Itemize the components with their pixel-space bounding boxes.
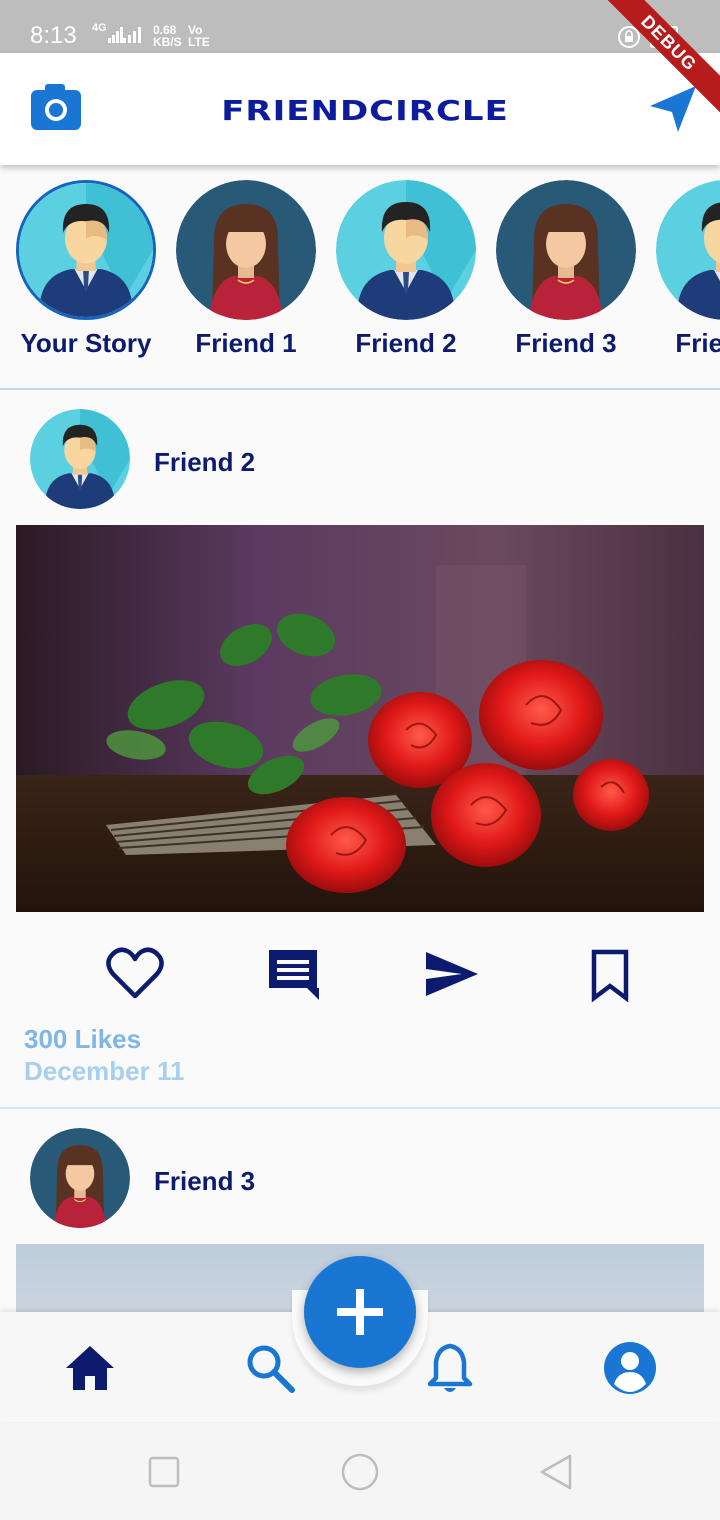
account-icon[interactable] bbox=[602, 1340, 658, 1396]
add-post-button[interactable] bbox=[304, 1256, 416, 1368]
story-name: Friend 3 bbox=[515, 328, 617, 358]
post-author[interactable]: Friend 2 bbox=[154, 447, 255, 478]
female-avatar-icon bbox=[496, 180, 636, 320]
post-actions bbox=[0, 944, 720, 1008]
male-avatar-icon bbox=[336, 180, 476, 320]
bell-icon[interactable] bbox=[422, 1340, 478, 1396]
male-avatar-icon bbox=[656, 180, 720, 320]
recents-icon[interactable] bbox=[144, 1452, 184, 1492]
post-date: December 11 bbox=[24, 1056, 185, 1086]
story-item[interactable]: Friend 1 bbox=[166, 180, 326, 359]
female-avatar-icon bbox=[30, 1128, 130, 1228]
story-item[interactable]: Friend 3 bbox=[486, 180, 646, 359]
story-avatar bbox=[336, 180, 476, 320]
story-name: Your Story bbox=[20, 328, 152, 358]
send-icon[interactable] bbox=[648, 84, 698, 134]
post-avatar[interactable] bbox=[30, 409, 130, 509]
likes-count[interactable]: 300 Likes bbox=[24, 1024, 141, 1055]
heart-icon[interactable] bbox=[105, 944, 165, 1004]
story-avatar bbox=[176, 180, 316, 320]
post-header: Friend 3 bbox=[0, 1128, 720, 1238]
story-item[interactable]: Friend 4 bbox=[646, 180, 720, 359]
bookmark-icon[interactable] bbox=[580, 944, 640, 1004]
send-icon[interactable] bbox=[422, 944, 482, 1004]
system-nav-bar bbox=[0, 1422, 720, 1520]
red-roses-photo bbox=[16, 525, 704, 912]
camera-icon[interactable] bbox=[31, 84, 81, 130]
network-speed: 0.68 KB/S bbox=[153, 24, 182, 48]
home-circle-icon[interactable] bbox=[340, 1452, 380, 1492]
post-header: Friend 2 bbox=[0, 409, 720, 519]
divider bbox=[0, 388, 720, 390]
volte-indicator: Vo LTE bbox=[188, 24, 210, 48]
signal-icon bbox=[123, 27, 141, 43]
status-time: 8:13 bbox=[30, 22, 77, 49]
story-avatar bbox=[16, 180, 156, 320]
female-avatar-icon bbox=[176, 180, 316, 320]
app-title: FRIENDCIRCLE bbox=[221, 95, 509, 127]
home-icon[interactable] bbox=[62, 1340, 118, 1396]
volte-bottom: LTE bbox=[188, 35, 210, 49]
story-avatar bbox=[656, 180, 720, 320]
signal-icon bbox=[108, 27, 123, 43]
back-icon[interactable] bbox=[536, 1452, 576, 1492]
story-name: Friend 2 bbox=[355, 328, 457, 358]
story-item[interactable]: Your Story bbox=[6, 180, 166, 359]
app-bar: FRIENDCIRCLE bbox=[0, 53, 720, 165]
male-avatar-icon bbox=[30, 409, 130, 509]
post-avatar[interactable] bbox=[30, 1128, 130, 1228]
divider bbox=[0, 1107, 720, 1109]
story-item[interactable]: Friend 2 bbox=[326, 180, 486, 359]
network-type: 4G bbox=[92, 22, 107, 34]
stories-row: Your Story Friend 1 Friend 2 Friend 3 Fr… bbox=[0, 170, 720, 388]
search-icon[interactable] bbox=[242, 1340, 298, 1396]
post-image[interactable] bbox=[16, 525, 704, 912]
speed-unit: KB/S bbox=[153, 35, 182, 49]
plus-icon bbox=[337, 1289, 383, 1335]
male-avatar-icon bbox=[19, 183, 153, 317]
story-avatar bbox=[496, 180, 636, 320]
story-name: Friend 4 bbox=[675, 328, 720, 358]
post-author[interactable]: Friend 3 bbox=[154, 1166, 255, 1197]
comment-icon[interactable] bbox=[263, 944, 323, 1004]
story-name: Friend 1 bbox=[195, 328, 297, 358]
status-bar: 8:13 4G 0.68 KB/S Vo LTE 60 bbox=[0, 0, 720, 53]
